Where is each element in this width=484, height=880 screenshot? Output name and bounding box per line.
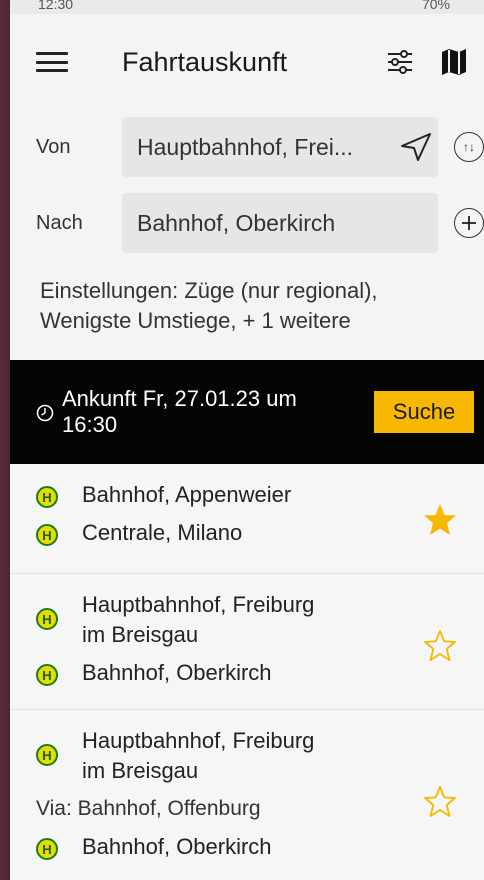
connection-list: H Bahnhof, Appenweier H Centrale, Milano… (10, 464, 484, 880)
stop-name: Hauptbahnhof, Freiburg im Breisgau (82, 726, 382, 786)
stop-to: H Centrale, Milano (10, 518, 484, 548)
swap-button[interactable]: ↑↓ (454, 132, 484, 162)
search-button[interactable]: Suche (374, 391, 474, 433)
stop-badge-icon: H (36, 486, 58, 508)
app-screen: 12:30 70% Fahrtauskunft Von Hauptbahnhof… (10, 0, 484, 880)
list-item[interactable]: H Hauptbahnhof, Freiburg im Breisgau H B… (10, 574, 484, 710)
stop-from: H Bahnhof, Appenweier (10, 480, 484, 510)
to-row: Nach Bahnhof, Oberkirch (10, 188, 484, 258)
favorite-star-filled-icon[interactable] (422, 502, 458, 538)
stop-name: Hauptbahnhof, Freiburg im Breisgau (82, 590, 382, 650)
stop-name-line-2: im Breisgau (82, 622, 199, 647)
stop-name: Bahnhof, Appenweier (82, 482, 292, 507)
settings-line-1: Einstellungen: Züge (nur regional), (40, 278, 378, 303)
settings-line-2: Wenigste Umstiege, + 1 weitere (40, 308, 351, 333)
to-input[interactable]: Bahnhof, Oberkirch (122, 193, 438, 253)
stop-name-line-1: Hauptbahnhof, Freiburg (82, 592, 315, 617)
stop-name-line-1: Hauptbahnhof, Freiburg (82, 728, 315, 753)
stop-name: Centrale, Milano (82, 520, 243, 545)
to-value: Bahnhof, Oberkirch (137, 209, 336, 236)
map-icon[interactable] (434, 42, 474, 82)
stop-to: H Bahnhof, Oberkirch (10, 832, 484, 862)
favorite-star-outline-icon[interactable] (422, 628, 458, 664)
location-arrow-icon[interactable] (394, 132, 438, 162)
arrival-bar: Ankunft Fr, 27.01.23 um 16:30 Suche (10, 360, 484, 464)
add-via-button[interactable] (454, 208, 484, 238)
stop-badge-icon: H (36, 608, 58, 630)
filter-settings-icon[interactable] (380, 42, 420, 82)
from-value: Hauptbahnhof, Frei... (137, 133, 354, 160)
stop-from: H Hauptbahnhof, Freiburg im Breisgau (10, 590, 484, 650)
settings-summary[interactable]: Einstellungen: Züge (nur regional), Weni… (10, 258, 484, 360)
app-bar: Fahrtauskunft (10, 14, 484, 110)
arrival-line-2: 16:30 (62, 412, 118, 437)
list-item[interactable]: H Bahnhof, Appenweier H Centrale, Milano (10, 464, 484, 574)
status-time: 12:30 (38, 0, 74, 12)
plus-icon (462, 216, 476, 230)
stop-name: Bahnhof, Oberkirch (82, 660, 272, 685)
stop-name: Bahnhof, Oberkirch (82, 834, 272, 859)
favorite-star-outline-icon[interactable] (422, 784, 458, 820)
from-label: Von (36, 135, 71, 158)
to-label: Nach (36, 211, 83, 234)
list-item[interactable]: H Hauptbahnhof, Freiburg im Breisgau Via… (10, 710, 484, 880)
status-bar: 12:30 70% (10, 0, 484, 14)
stop-badge-icon: H (36, 664, 58, 686)
from-row: Von Hauptbahnhof, Frei... ↑↓ (10, 112, 484, 182)
stop-badge-icon: H (36, 524, 58, 546)
stop-from: H Hauptbahnhof, Freiburg im Breisgau (10, 726, 484, 786)
stop-name-line-2: im Breisgau (82, 758, 199, 783)
page-title: Fahrtauskunft (122, 46, 288, 77)
stop-badge-icon: H (36, 838, 58, 860)
clock-icon (36, 404, 54, 422)
stop-badge-icon: H (36, 744, 58, 766)
status-battery: 70% (421, 0, 450, 12)
via-stop: Via: Bahnhof, Offenburg (36, 797, 261, 820)
from-input[interactable]: Hauptbahnhof, Frei... (122, 117, 438, 177)
stop-to: H Bahnhof, Oberkirch (10, 658, 484, 688)
arrival-line-1: Ankunft Fr, 27.01.23 um (62, 386, 297, 411)
arrival-time[interactable]: Ankunft Fr, 27.01.23 um 16:30 (62, 386, 374, 438)
menu-icon[interactable] (36, 52, 68, 72)
